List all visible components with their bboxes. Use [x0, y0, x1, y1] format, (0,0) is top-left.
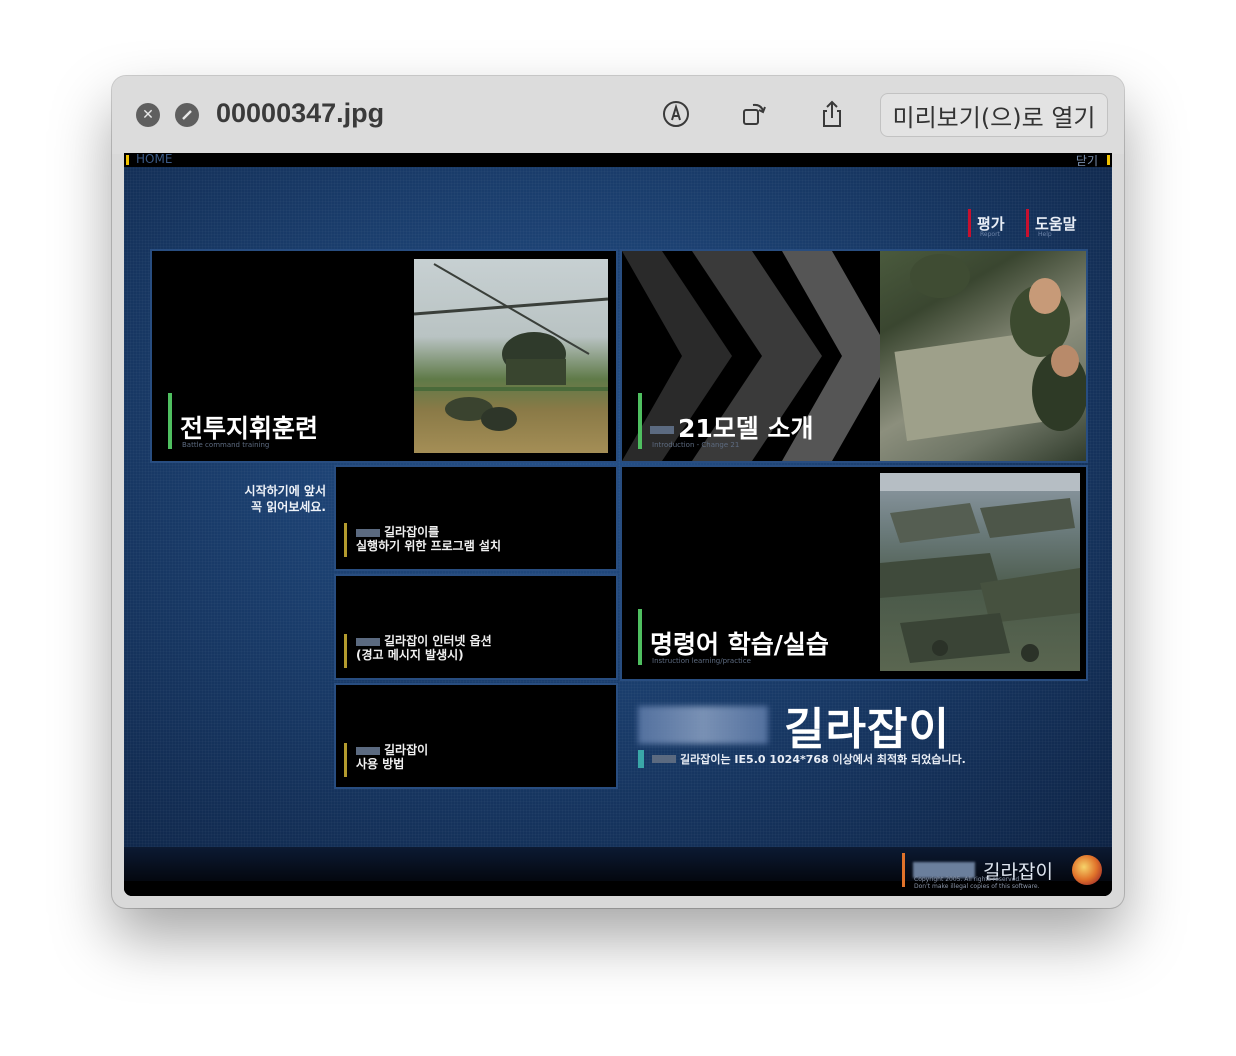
brand-note: 길라잡이는 IE5.0 1024*768 이상에서 최적화 되었습니다. — [638, 750, 966, 768]
panel-text: 길라잡이를 실행하기 위한 프로그램 설치 — [356, 525, 502, 553]
corner-marker — [126, 155, 129, 165]
blurred-text — [356, 746, 380, 755]
panel-accent — [344, 743, 347, 777]
footer-emblem-icon — [1072, 855, 1102, 885]
blurred-text — [652, 755, 676, 763]
nav-evaluation[interactable]: 평가 Report — [968, 209, 1005, 238]
copyright-text: Copyright 2005. All rights reserved. Don… — [914, 876, 1040, 890]
panel-internet-options[interactable]: 길라잡이 인터넷 옵션 (경고 메시지 발생시) — [334, 574, 618, 680]
panel-accent — [344, 634, 347, 668]
footer-marker — [902, 853, 905, 887]
soldiers-map-photo — [880, 251, 1086, 461]
share-icon[interactable] — [814, 96, 850, 132]
app-top-bar: HOME 닫기 — [124, 153, 1112, 168]
panel-subtitle: Introduction - Change 21 — [652, 441, 740, 449]
blurred-logo — [638, 706, 768, 744]
close-icon[interactable]: ✕ — [136, 103, 160, 127]
pre-read-line2: 꼭 읽어보세요. — [251, 500, 326, 514]
helicopter-photo — [414, 259, 608, 453]
panel-accent — [638, 609, 642, 665]
nav-marker — [968, 209, 971, 237]
military-boats-photo — [880, 473, 1080, 671]
quicklook-window: ✕ 00000347.jpg 미리보기(으)로 열기 HOME 닫기 평가 Re… — [112, 76, 1124, 908]
panel-accent — [168, 393, 172, 449]
panel-model-introduction[interactable]: 21모델 소개 Introduction - Change 21 — [620, 249, 1088, 463]
panel-subtitle: Battle command training — [182, 441, 270, 449]
brand-name: 길라잡이 — [784, 704, 950, 755]
image-preview: HOME 닫기 평가 Report 도움말 Help 전투지휘훈련 Battle… — [124, 153, 1112, 896]
panel-title: 전투지휘훈련 — [180, 414, 319, 443]
panel-command-learning[interactable]: 명령어 학습/실습 Instruction learning/practice — [620, 465, 1088, 681]
nav-help[interactable]: 도움말 Help — [1026, 209, 1076, 238]
corner-marker — [1107, 155, 1110, 165]
panel-accent — [638, 393, 642, 449]
panel-text: 길라잡이 인터넷 옵션 (경고 메시지 발생시) — [356, 634, 492, 662]
rotate-icon[interactable] — [736, 96, 772, 132]
pre-read-notice: 시작하기에 앞서 꼭 읽어보세요. — [216, 483, 326, 515]
blurred-text — [356, 637, 380, 646]
panel-usage-guide[interactable]: 길라잡이 사용 방법 — [334, 683, 618, 789]
panel-battle-command-training[interactable]: 전투지휘훈련 Battle command training — [150, 249, 618, 463]
note-marker — [638, 750, 644, 768]
panel-accent — [344, 523, 347, 557]
nav-sublabel: Help — [1038, 231, 1052, 238]
nav-marker — [1026, 209, 1029, 237]
window-title: 00000347.jpg — [216, 98, 385, 128]
panel-program-install[interactable]: 길라잡이를 실행하기 위한 프로그램 설치 — [334, 465, 618, 571]
blurred-text — [650, 426, 674, 434]
markup-icon[interactable] — [658, 96, 694, 132]
optimization-note: 길라잡이는 IE5.0 1024*768 이상에서 최적화 되었습니다. — [680, 753, 966, 766]
panel-title: 명령어 학습/실습 — [650, 630, 829, 659]
open-with-preview-button[interactable]: 미리보기(으)로 열기 — [880, 93, 1108, 137]
panel-text: 길라잡이 사용 방법 — [356, 743, 429, 771]
pre-read-line1: 시작하기에 앞서 — [244, 484, 326, 498]
nav-sublabel: Report — [980, 231, 1000, 238]
panel-subtitle: Instruction learning/practice — [652, 657, 751, 665]
brand-heading: 길라잡이 — [638, 693, 950, 757]
fullscreen-icon[interactable] — [175, 103, 199, 127]
blurred-text — [356, 528, 380, 537]
panel-title: 21모델 소개 — [650, 409, 814, 445]
title-bar: ✕ 00000347.jpg 미리보기(으)로 열기 — [112, 76, 1124, 154]
home-link[interactable]: HOME — [136, 153, 172, 166]
